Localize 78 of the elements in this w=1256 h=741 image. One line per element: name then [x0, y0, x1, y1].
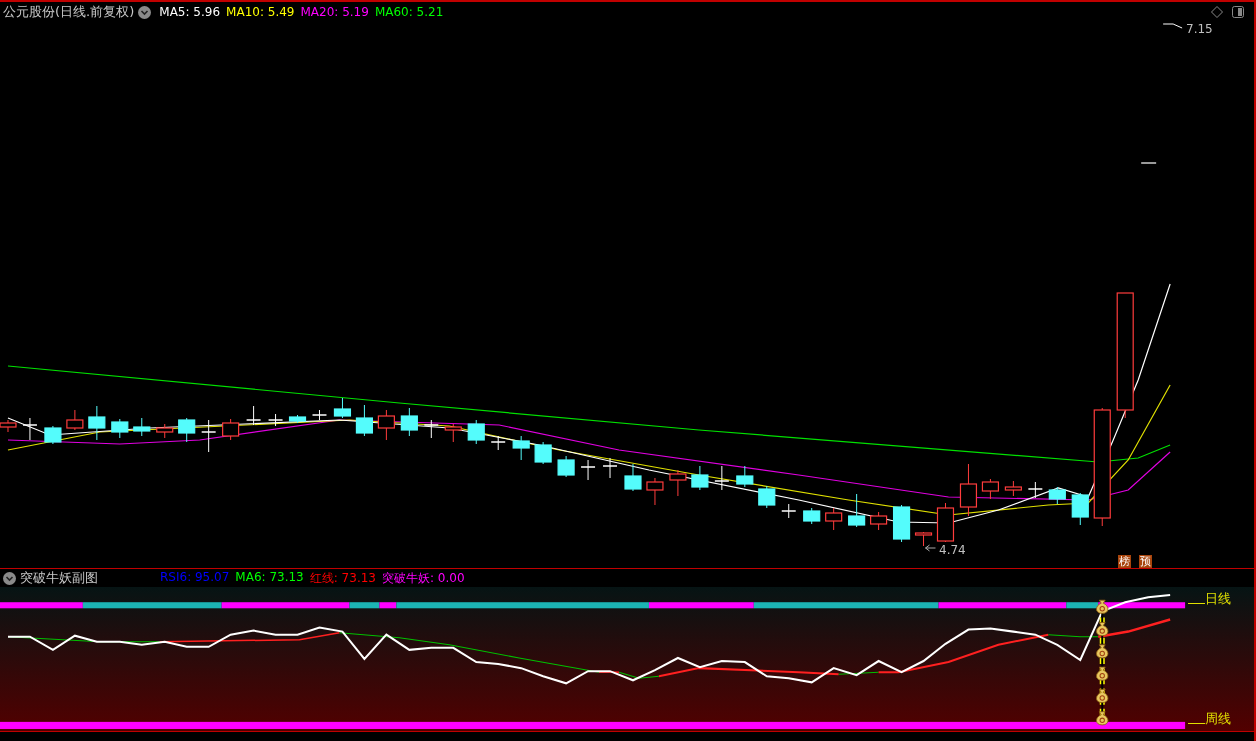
candlestick	[0, 419, 17, 433]
tag-badge[interactable]: 榜	[1118, 555, 1131, 568]
candlestick	[512, 435, 530, 461]
candlestick	[914, 531, 933, 547]
money-bag-icon	[1096, 689, 1109, 703]
indicator-value: MA6: 73.13	[235, 569, 304, 586]
legend-rule	[1188, 723, 1205, 724]
candlestick	[245, 405, 262, 426]
price-label: 4.74	[939, 543, 966, 557]
candlestick	[22, 417, 38, 441]
candlestick	[111, 418, 129, 439]
candlestick	[66, 409, 84, 431]
candlestick	[714, 465, 730, 491]
candlestick	[580, 459, 596, 481]
candlestick	[602, 457, 618, 479]
candlestick	[267, 413, 284, 427]
candlestick	[803, 507, 821, 525]
candlestick	[892, 504, 911, 543]
money-bag-icon	[1096, 644, 1109, 659]
candlestick	[444, 423, 462, 443]
candlestick	[936, 502, 955, 543]
candlestick	[1071, 492, 1089, 526]
dropdown-icon[interactable]	[3, 571, 16, 585]
candlestick	[981, 478, 999, 500]
indicator-value: MA20: 5.19	[300, 5, 369, 19]
tag-badge[interactable]: 预	[1139, 555, 1152, 568]
candlestick	[758, 485, 776, 509]
indicator-value: 红线: 73.13	[309, 569, 376, 587]
dropdown-icon[interactable]	[138, 5, 152, 19]
candlestick	[534, 441, 552, 465]
candlestick	[959, 463, 978, 517]
candlestick	[467, 419, 485, 445]
candlestick	[624, 463, 642, 492]
candlestick	[825, 507, 843, 531]
chart-title: 公元股份(日线.前复权)	[3, 3, 135, 21]
candlestick	[377, 409, 395, 441]
candlestick	[736, 465, 754, 488]
money-bag-icon	[1096, 599, 1109, 614]
candlestick	[222, 418, 240, 441]
candlestick	[1027, 481, 1044, 499]
candlestick	[781, 503, 797, 519]
indicator-value: MA5: 5.96	[159, 5, 221, 19]
candlestick	[1004, 480, 1022, 497]
leader-line	[1162, 23, 1183, 29]
money-bag-icon	[1096, 622, 1109, 637]
legend-label: 日线	[1205, 591, 1231, 606]
legend-rule	[1188, 603, 1205, 604]
candlestick	[44, 425, 62, 445]
indicator-value: 突破牛妖: 0.00	[382, 569, 465, 587]
candlestick	[88, 405, 106, 441]
candlestick	[200, 419, 217, 453]
candlestick	[669, 469, 687, 497]
indicator-value: MA60: 5.21	[374, 5, 444, 19]
indicator-value: MA10: 5.49	[226, 5, 295, 19]
candlestick	[156, 423, 174, 439]
price-marker-line	[1140, 162, 1157, 164]
candlestick	[333, 397, 352, 419]
candlestick	[355, 404, 373, 437]
chart-title: 突破牛妖副图	[20, 569, 98, 587]
candlestick	[288, 414, 307, 424]
candlestick	[557, 455, 575, 478]
candlestick	[1048, 486, 1066, 505]
candlestick	[423, 419, 440, 439]
candlestick	[178, 417, 196, 443]
money-bag-icon	[1096, 666, 1109, 681]
candlestick	[311, 409, 328, 421]
candlestick	[848, 493, 866, 528]
price-label: 7.15	[1186, 22, 1213, 36]
panel-toggle-icon[interactable]	[1232, 6, 1244, 18]
candlestick	[490, 435, 506, 451]
candlestick	[400, 407, 418, 437]
legend-label: 周线	[1205, 711, 1231, 726]
candlestick	[870, 511, 888, 531]
candlestick	[646, 477, 664, 506]
money-bag-icon	[1096, 711, 1109, 726]
candlestick	[133, 417, 151, 437]
candlestick	[691, 465, 709, 491]
indicator-value: RSI6: 95.07	[160, 569, 230, 586]
